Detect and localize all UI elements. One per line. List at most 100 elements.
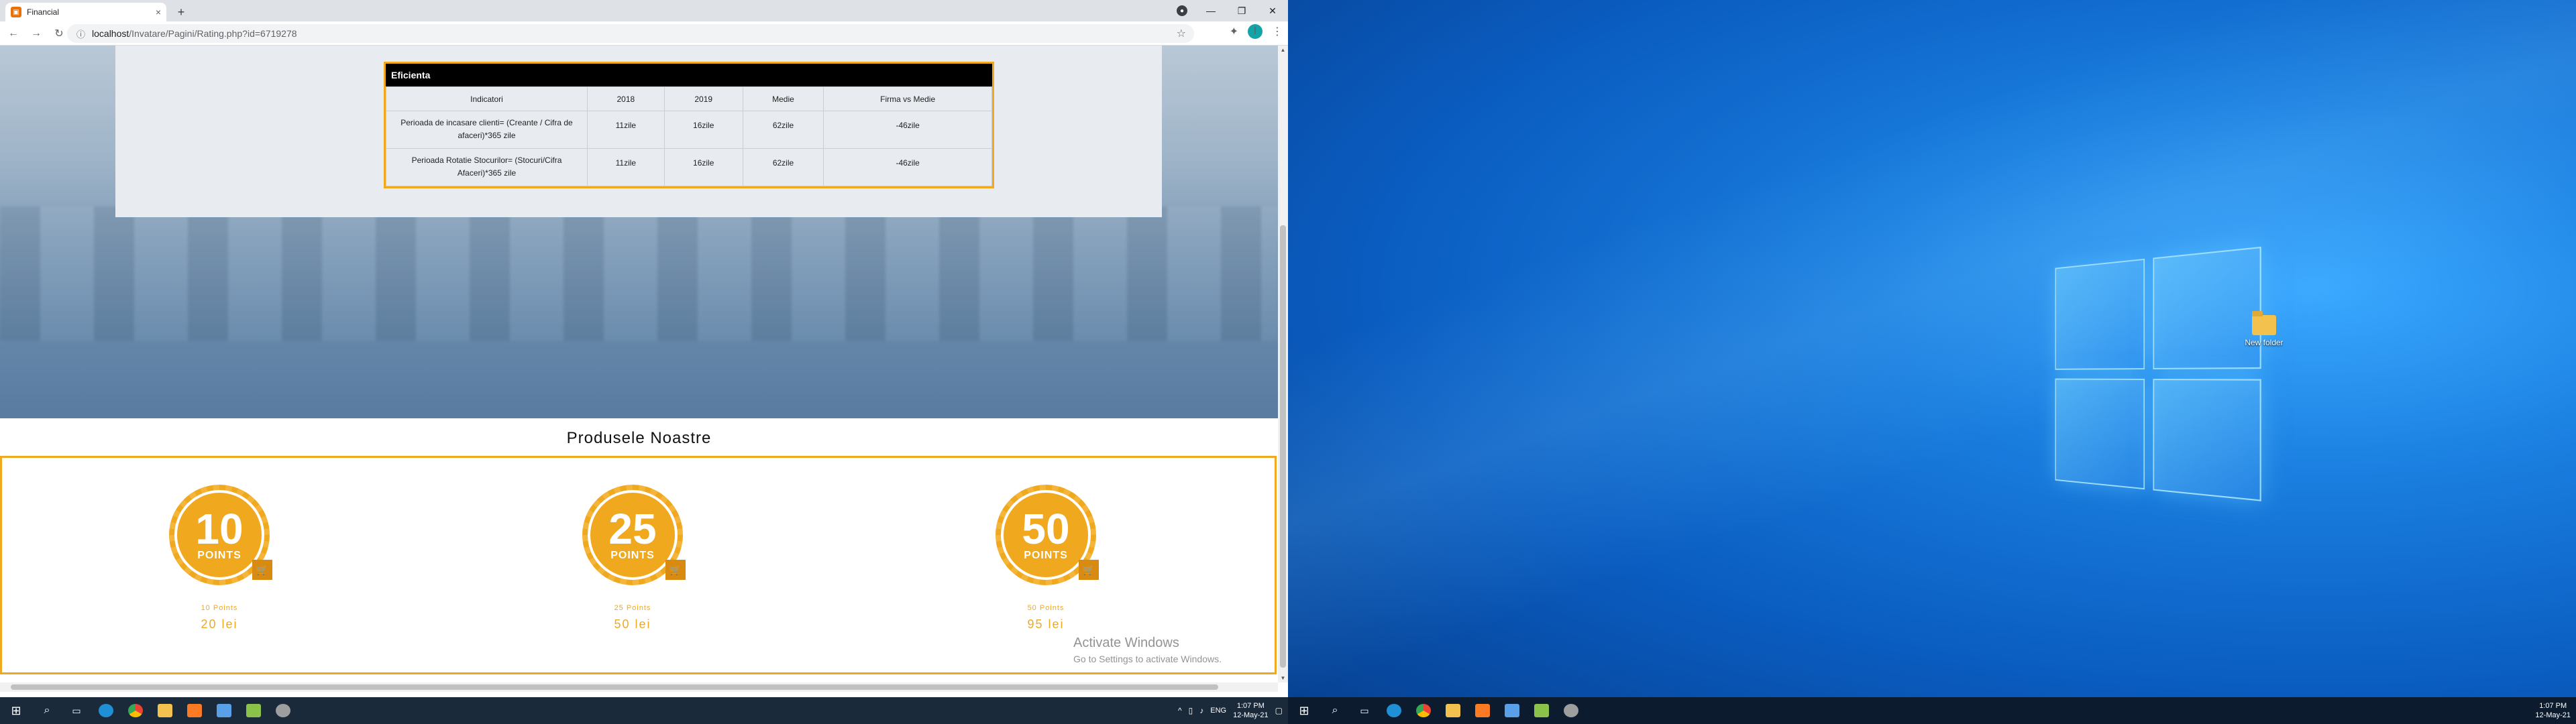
activate-windows-watermark: Activate Windows Go to Settings to activ… [1073,636,1222,664]
col-header: 2019 [664,87,743,111]
site-info-icon[interactable]: ⓘ [76,27,85,40]
volume-icon[interactable]: ♪ [1199,706,1203,715]
horizontal-scrollbar[interactable] [0,682,1278,692]
reload-icon[interactable]: ↻ [50,24,68,43]
browser-toolbar: ← → ↻ ⓘ localhost /Invatare/Pagini/Ratin… [0,21,1288,46]
product-points: 25 Points [566,604,700,612]
value-cell: 62zile [743,111,824,149]
product-card[interactable]: 50 POINTS 🛒 50 Points 95 lei [979,485,1113,631]
product-card[interactable]: 25 POINTS 🛒 25 Points 50 lei [566,485,700,631]
clock-date: 12-May-21 [1233,711,1269,720]
vertical-scrollbar[interactable]: ▲ ▼ [1278,46,1288,682]
search-icon[interactable]: ⌕ [32,697,62,724]
back-arrow-icon[interactable]: ← [4,24,23,43]
value-cell: 11zile [588,111,665,149]
security-shield-icon[interactable] [1497,697,1527,724]
forward-arrow-icon[interactable]: → [27,24,46,43]
product-card[interactable]: 10 POINTS 🛒 10 Points 20 lei [152,485,286,631]
windows-start-icon[interactable]: ⊞ [1288,697,1320,724]
notifications-icon[interactable]: ▢ [1275,706,1283,715]
right-monitor-desktop: New folder ⊞ ⌕ ▭ 1:07 PM 12-May-21 [1288,0,2576,724]
address-bar[interactable]: ⓘ localhost /Invatare/Pagini/Rating.php?… [67,24,1194,43]
logo-pane [2153,379,2261,501]
col-header: Medie [743,87,824,111]
table-row: Perioada Rotatie Stocurilor= (Stocuri/Ci… [386,149,992,186]
system-tray: ^ ▯ ♪ ENG 1:07 PM 12-May-21 ▢ [1178,697,1288,724]
edge-icon[interactable] [91,697,121,724]
extensions-puzzle-icon[interactable]: ✦ [1230,25,1238,38]
tab-strip: ▣ Financial × + ● — ❐ ✕ [0,0,1288,21]
profile-avatar[interactable]: I [1248,24,1263,39]
scrollbar-thumb[interactable] [11,684,1218,690]
value-cell: 11zile [588,149,665,186]
bookmark-star-icon[interactable]: ☆ [1177,27,1186,40]
tab-close-icon[interactable]: × [156,7,161,17]
task-view-icon[interactable]: ▭ [62,697,91,724]
badge-label: POINTS [197,550,241,562]
taskbar: ⊞ ⌕ ▭ ^ ▯ ♪ ENG 1:07 PM 12-May-21 ▢ [0,697,1288,724]
indicator-table: Indicatori 2018 2019 Medie Firma vs Medi… [386,86,992,186]
folder-icon [2252,315,2276,335]
product-price: 50 lei [566,617,700,631]
logo-pane [2055,379,2145,490]
browser-tab[interactable]: ▣ Financial × [5,3,166,21]
xampp-icon[interactable] [1468,697,1497,724]
menu-kebab-icon[interactable]: ⋮ [1272,25,1283,38]
clock[interactable]: 1:07 PM 12-May-21 [2535,701,2571,720]
value-cell: 16zile [664,149,743,186]
language-indicator[interactable]: ENG [1210,707,1226,715]
logo-pane [2055,259,2145,370]
file-explorer-icon[interactable] [150,697,180,724]
chrome-icon[interactable] [121,697,150,724]
security-shield-icon[interactable] [209,697,239,724]
xampp-icon[interactable] [180,697,209,724]
notepad-icon[interactable] [1527,697,1556,724]
products-title: Produsele Noastre [0,429,1278,448]
desktop-icon-label: New folder [2234,338,2294,347]
value-cell: -46zile [824,149,992,186]
table-header-row: Indicatori 2018 2019 Medie Firma vs Medi… [386,87,992,111]
chevron-up-icon[interactable]: ^ [1178,706,1182,715]
value-cell: -46zile [824,111,992,149]
product-points: 10 Points [152,604,286,612]
desktop-folder[interactable]: New folder [2234,315,2294,347]
notepad-icon[interactable] [239,697,268,724]
file-explorer-icon[interactable] [1438,697,1468,724]
scroll-down-arrow-icon[interactable]: ▼ [1278,675,1288,681]
chrome-icon[interactable] [1409,697,1438,724]
restore-button[interactable]: ❐ [1226,5,1257,17]
cart-icon[interactable]: 🛒 [1079,560,1099,580]
badge-face: 25 POINTS [588,490,678,580]
indicator-cell: Perioada Rotatie Stocurilor= (Stocuri/Ci… [386,149,588,186]
windows-start-icon[interactable]: ⊞ [0,697,32,724]
cart-icon[interactable]: 🛒 [252,560,272,580]
snipping-tool-icon[interactable] [268,697,298,724]
cart-icon[interactable]: 🛒 [665,560,686,580]
page-viewport: Eficienta Indicatori 2018 2019 Medie Fir… [0,46,1278,682]
network-icon[interactable]: ▯ [1189,706,1193,715]
badge-face: 10 POINTS [174,490,264,580]
table-title: Eficienta [386,64,992,86]
clock-time: 1:07 PM [1233,701,1269,711]
new-tab-button[interactable]: + [173,4,189,20]
snipping-tool-icon[interactable] [1556,697,1586,724]
minimize-button[interactable]: — [1195,5,1226,16]
value-cell: 16zile [664,111,743,149]
col-header: Indicatori [386,87,588,111]
badge-label: POINTS [1024,550,1068,562]
clock[interactable]: 1:07 PM 12-May-21 [1233,701,1269,720]
efficiency-table: Eficienta Indicatori 2018 2019 Medie Fir… [384,62,994,188]
task-view-icon[interactable]: ▭ [1350,697,1379,724]
product-price: 20 lei [152,617,286,631]
search-icon[interactable]: ⌕ [1320,697,1350,724]
tab-title: Financial [27,7,59,17]
url-path: /Invatare/Pagini/Rating.php?id=6719278 [129,28,297,39]
media-control-icon[interactable]: ● [1177,5,1187,16]
close-window-button[interactable]: ✕ [1257,5,1288,17]
scroll-up-arrow-icon[interactable]: ▲ [1278,47,1288,53]
toolbar-actions: ✦ I ⋮ [1230,24,1283,39]
edge-icon[interactable] [1379,697,1409,724]
left-monitor: ▣ Financial × + ● — ❐ ✕ ← → ↻ ⓘ localhos… [0,0,1288,724]
scrollbar-thumb[interactable] [1280,225,1286,668]
site-favicon-icon: ▣ [11,7,21,17]
